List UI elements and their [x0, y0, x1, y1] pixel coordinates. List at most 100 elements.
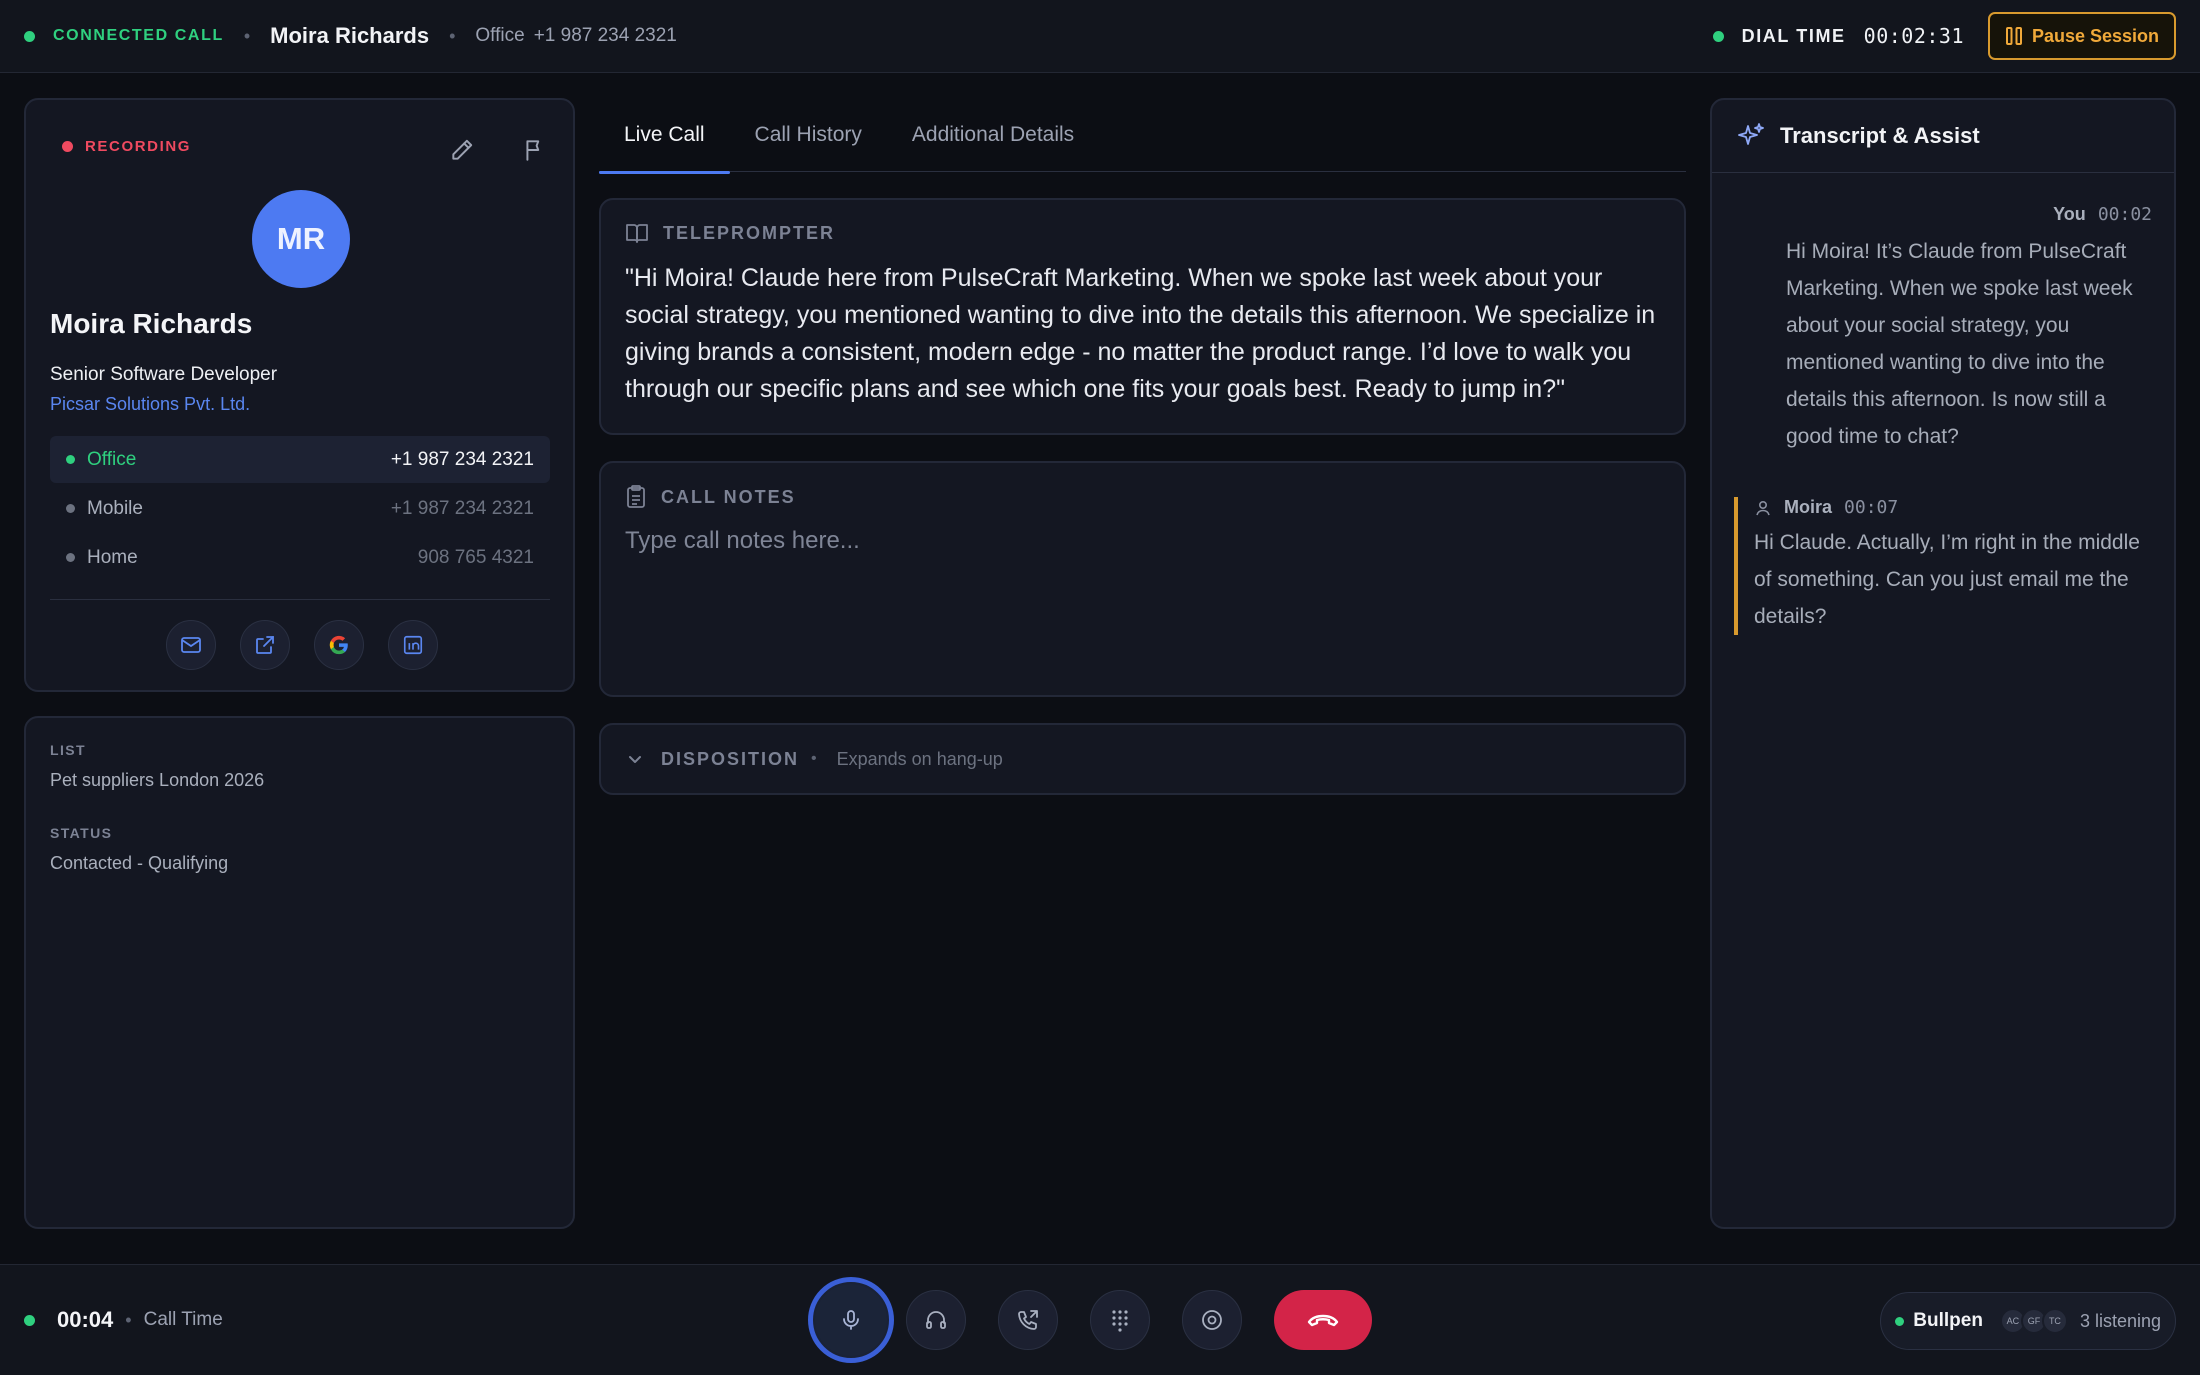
- mute-button[interactable]: [808, 1277, 894, 1363]
- phone-row-mobile[interactable]: Mobile +1 987 234 2321: [50, 485, 550, 532]
- phone-forward-icon: [1018, 1310, 1038, 1330]
- dial-time-area: DIAL TIME 00:02:31 Pause Session: [1712, 12, 2176, 60]
- external-link-icon: [255, 636, 274, 654]
- phone-number: +1 987 234 2321: [390, 448, 534, 470]
- message-time: 00:07: [1844, 497, 1899, 518]
- pencil-icon: [452, 139, 473, 160]
- pause-session-label: Pause Session: [2031, 25, 2160, 46]
- tab-live-call[interactable]: Live Call: [599, 98, 730, 174]
- transcript-assist-panel: Transcript & Assist You 00:02 Hi Moira! …: [1710, 98, 2176, 1229]
- bullpen-avatars: AC GF TC: [1999, 1308, 2068, 1334]
- sparkles-icon: [1738, 123, 1764, 145]
- transcript-message-you: You 00:02 Hi Moira! It’s Claude from Pul…: [1786, 204, 2152, 455]
- dial-time-value: 00:02:31: [1863, 24, 1964, 48]
- contact-divider: [50, 599, 550, 600]
- book-icon: [626, 224, 648, 243]
- phone-inactive-dot: [66, 553, 75, 562]
- bullpen-widget[interactable]: Bullpen AC GF TC 3 listening: [1880, 1292, 2176, 1350]
- header-line-number: +1 987 234 2321: [533, 25, 677, 46]
- disposition-title: DISPOSITION: [661, 748, 800, 769]
- disposition-panel[interactable]: DISPOSITION • Expands on hang-up: [599, 723, 1686, 795]
- message-speaker: Moira: [1784, 497, 1833, 517]
- bottom-bar: 00:04 • Call Time Bullpen AC GF TC 3 lis…: [0, 1264, 2200, 1375]
- phone-row-office[interactable]: Office +1 987 234 2321: [50, 436, 550, 483]
- teleprompter-panel: TELEPROMPTER "Hi Moira! Claude here from…: [599, 198, 1686, 435]
- linkedin-button[interactable]: [387, 620, 438, 670]
- clipboard-icon: [627, 485, 645, 508]
- contact-company-link[interactable]: Picsar Solutions Pvt. Ltd.: [50, 394, 250, 415]
- google-icon: [329, 635, 348, 655]
- bullpen-listening-count: 3 listening: [2079, 1310, 2161, 1331]
- recording-dot: [62, 141, 73, 152]
- list-label: LIST: [50, 742, 86, 758]
- call-active-dot: [24, 1314, 35, 1326]
- tab-additional-details[interactable]: Additional Details: [887, 98, 1099, 172]
- hang-up-button[interactable]: [1274, 1290, 1372, 1350]
- call-notes-input[interactable]: [625, 527, 1660, 667]
- teleprompter-title: TELEPROMPTER: [663, 222, 836, 243]
- message-time: 00:02: [2097, 204, 2152, 225]
- social-links: [26, 620, 577, 670]
- tab-call-history[interactable]: Call History: [730, 98, 887, 172]
- open-external-button[interactable]: [239, 620, 290, 670]
- bullpen-status-dot: [1895, 1316, 1905, 1326]
- contact-meta-card: LIST Pet suppliers London 2026 STATUS Co…: [24, 716, 575, 1229]
- header-contact-name: Moira Richards: [270, 23, 430, 48]
- flag-contact-button[interactable]: [515, 130, 555, 170]
- message-speaker: You: [2053, 204, 2086, 224]
- phone-active-dot: [66, 455, 75, 464]
- dialpad-icon: [1112, 1310, 1128, 1332]
- status-label: STATUS: [50, 825, 113, 841]
- google-search-button[interactable]: [313, 620, 364, 670]
- dialpad-button[interactable]: [1090, 1290, 1150, 1350]
- pause-icon: [2005, 27, 2022, 45]
- call-status-label: CONNECTED CALL: [53, 27, 224, 44]
- main-tabs: Live Call Call History Additional Detail…: [599, 98, 1686, 174]
- bullpen-label: Bullpen: [1913, 1310, 1983, 1331]
- pause-session-button[interactable]: Pause Session: [1988, 12, 2176, 60]
- phone-label: Office: [87, 448, 137, 470]
- dial-status-dot: [1712, 30, 1724, 42]
- message-text: Hi Claude. Actually, I’m right in the mi…: [1754, 531, 2140, 628]
- connected-status-dot: [24, 30, 35, 42]
- contact-name: Moira Richards: [50, 308, 253, 339]
- headset-button[interactable]: [906, 1290, 966, 1350]
- phone-label: Mobile: [87, 497, 143, 519]
- call-time-value: 00:04: [57, 1307, 114, 1332]
- message-text: Hi Moira! It’s Claude from PulseCraft Ma…: [1786, 240, 2133, 448]
- transfer-call-button[interactable]: [998, 1290, 1058, 1350]
- call-notes-title: CALL NOTES: [661, 486, 796, 507]
- header-line-info: Office +1 987 234 2321: [475, 25, 676, 47]
- status-value: Contacted - Qualifying: [50, 853, 229, 873]
- phone-inactive-dot: [66, 504, 75, 513]
- recording-label: RECORDING: [85, 138, 192, 155]
- contact-card: RECORDING MR Moira Richards Senior Softw…: [24, 98, 575, 692]
- disposition-hint: Expands on hang-up: [836, 748, 1003, 769]
- microphone-icon: [843, 1310, 859, 1330]
- user-icon: [1756, 500, 1770, 515]
- chevron-down-icon: [629, 756, 641, 763]
- transcript-message-contact: Moira 00:07 Hi Claude. Actually, I’m rig…: [1734, 497, 2158, 635]
- contact-avatar: MR: [252, 190, 350, 288]
- list-value: Pet suppliers London 2026: [50, 770, 265, 790]
- header-line-type: Office: [475, 25, 525, 46]
- email-button[interactable]: [165, 620, 216, 670]
- linkedin-icon: [403, 635, 422, 655]
- phone-number: 908 765 4321: [417, 546, 534, 568]
- flag-icon: [526, 140, 540, 161]
- phone-hangup-icon: [1307, 1314, 1339, 1327]
- edit-contact-button[interactable]: [442, 130, 482, 170]
- assist-title: Transcript & Assist: [1780, 123, 1980, 148]
- teleprompter-script: "Hi Moira! Claude here from PulseCraft M…: [625, 264, 1656, 403]
- phone-number: +1 987 234 2321: [390, 497, 534, 519]
- headphones-icon: [926, 1311, 946, 1329]
- record-button[interactable]: [1182, 1290, 1242, 1350]
- top-bar: CONNECTED CALL • Moira Richards • Office…: [0, 0, 2200, 73]
- phone-row-home[interactable]: Home 908 765 4321: [50, 534, 550, 581]
- call-controls: [808, 1277, 1372, 1363]
- call-notes-panel: CALL NOTES: [599, 461, 1686, 697]
- call-time-label: Call Time: [143, 1309, 223, 1330]
- mail-icon: [180, 637, 201, 653]
- listener-avatar: TC: [2041, 1308, 2068, 1334]
- phone-label: Home: [87, 546, 138, 568]
